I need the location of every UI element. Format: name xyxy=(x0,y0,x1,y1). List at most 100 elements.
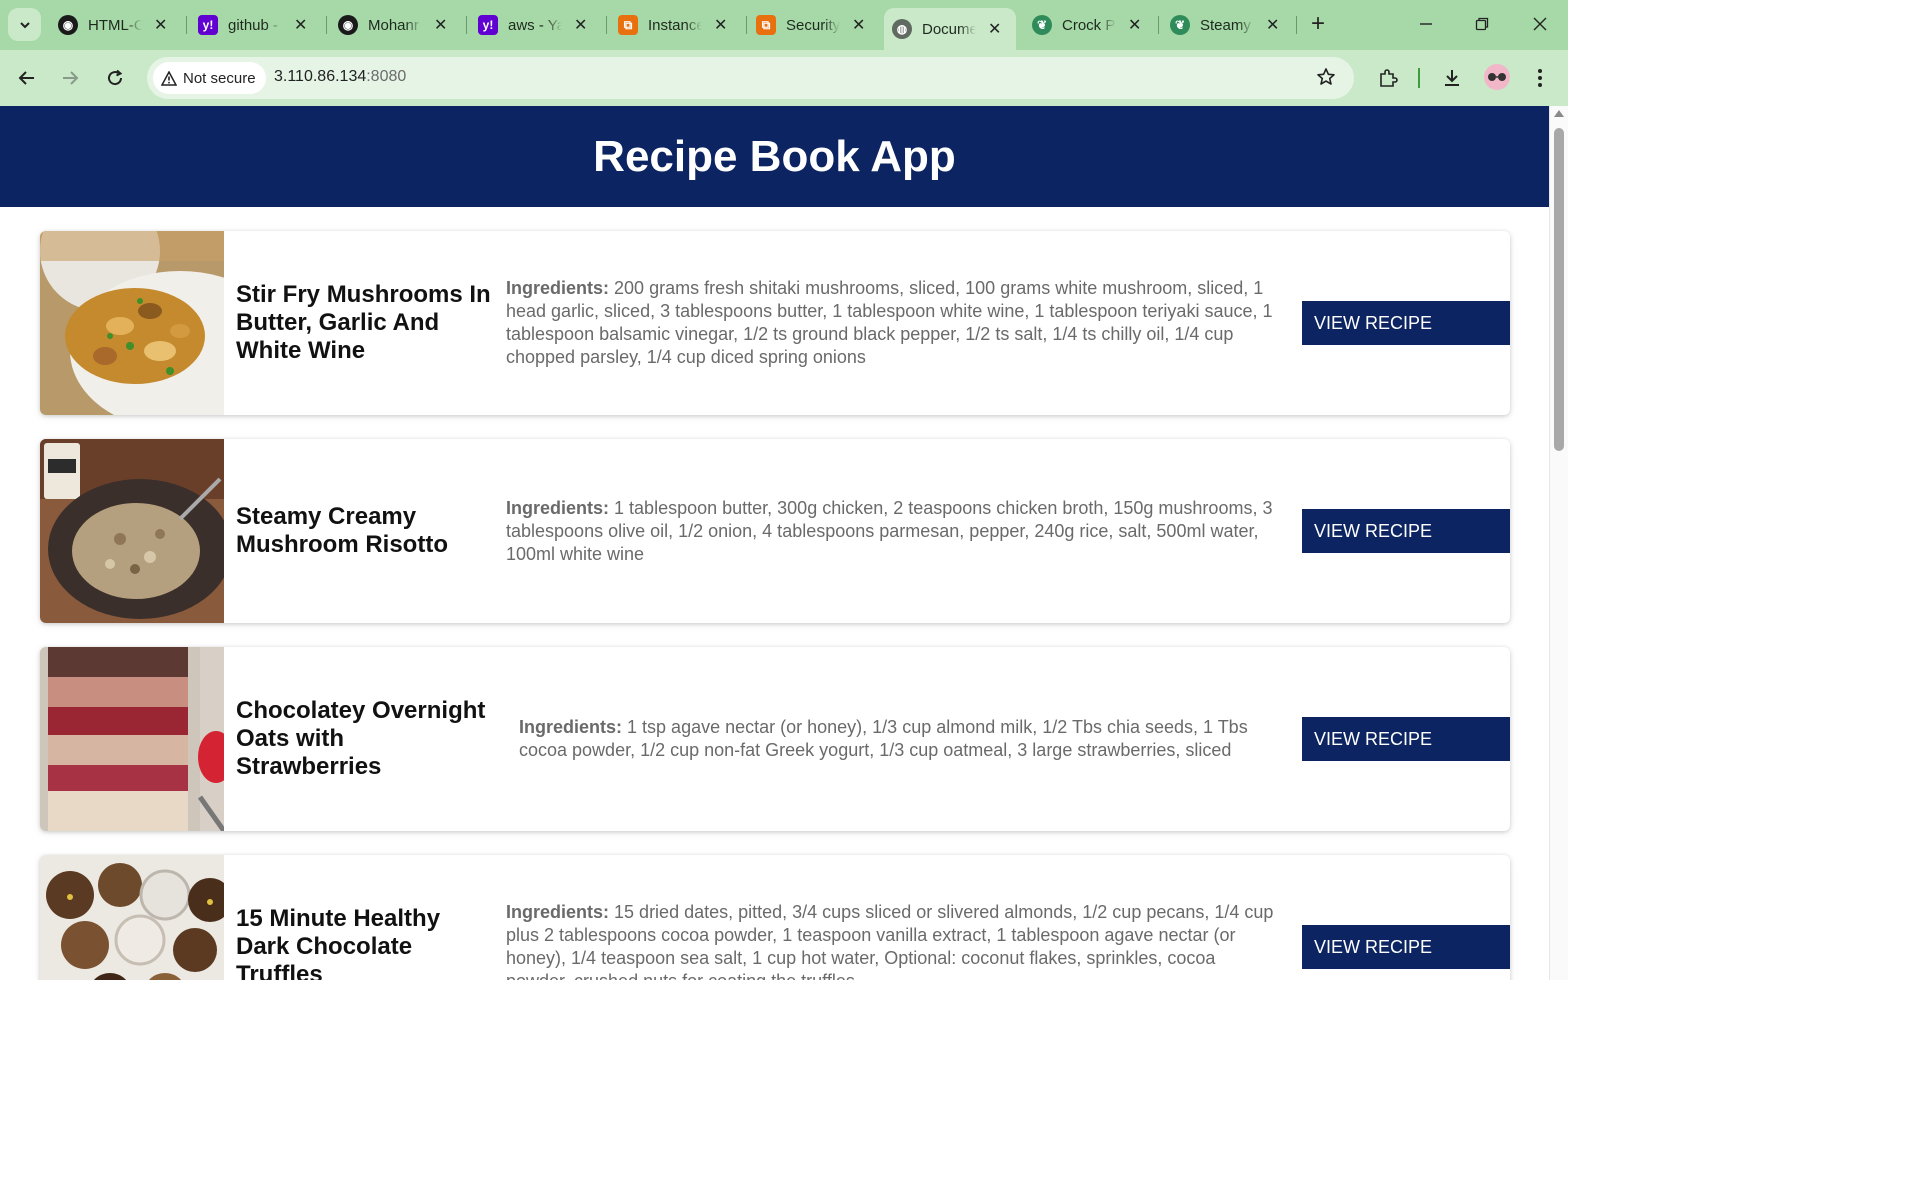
tab-separator xyxy=(466,16,467,34)
warning-icon xyxy=(161,70,177,86)
view-recipe-button[interactable]: VIEW RECIPE xyxy=(1302,509,1510,553)
ingredients-text: 1 tsp agave nectar (or honey), 1/3 cup a… xyxy=(519,717,1248,760)
reload-icon xyxy=(108,69,123,86)
ingredients-label: Ingredients: xyxy=(519,717,623,737)
tab-separator xyxy=(326,16,327,34)
close-icon[interactable]: ✕ xyxy=(852,15,865,35)
recipe-card: Steamy Creamy Mushroom Risotto Ingredien… xyxy=(40,439,1510,623)
app-header: Recipe Book App xyxy=(0,106,1549,207)
app-title: Recipe Book App xyxy=(593,131,956,181)
tab-html-c[interactable]: ◉ HTML-C ✕ xyxy=(50,8,184,42)
tab-crock-pot[interactable]: ❦ Crock P ✕ xyxy=(1024,8,1156,42)
ingredients-text: 200 grams fresh shitaki mushrooms, slice… xyxy=(506,278,1273,367)
recipe-ingredients: Ingredients: 200 grams fresh shitaki mus… xyxy=(494,277,1302,369)
close-icon xyxy=(1533,17,1547,31)
ingredients-label: Ingredients: xyxy=(506,902,610,922)
minimize-icon xyxy=(1420,23,1432,25)
ingredients-text: 1 tablespoon butter, 300g chicken, 2 tea… xyxy=(506,497,1273,564)
close-window-button[interactable] xyxy=(1520,8,1560,40)
recipe-site-icon: ❦ xyxy=(1032,15,1052,35)
page-scrollbar[interactable] xyxy=(1549,106,1568,980)
recipe-site-icon: ❦ xyxy=(1170,15,1190,35)
restore-icon xyxy=(1475,17,1489,31)
aws-icon: ⧉ xyxy=(618,15,638,35)
view-recipe-button[interactable]: VIEW RECIPE xyxy=(1302,301,1510,345)
close-icon[interactable]: ✕ xyxy=(294,15,307,35)
close-icon[interactable]: ✕ xyxy=(1128,15,1141,35)
close-icon[interactable]: ✕ xyxy=(714,15,727,35)
view-recipe-button[interactable]: VIEW RECIPE xyxy=(1302,717,1510,761)
tab-aws-yahoo[interactable]: y! aws - Ya ✕ xyxy=(470,8,604,42)
chevron-down-icon xyxy=(19,21,30,28)
tab-title: github - xyxy=(228,16,279,34)
recipe-title: 15 Minute Healthy Dark Chocolate Truffle… xyxy=(236,905,441,980)
close-icon[interactable]: ✕ xyxy=(574,15,587,35)
close-icon[interactable]: ✕ xyxy=(988,19,1001,39)
tab-title: Mohanr xyxy=(368,16,419,34)
scroll-up-arrow-icon[interactable] xyxy=(1554,110,1564,117)
tab-search-button[interactable] xyxy=(8,8,41,41)
puzzle-icon xyxy=(1380,69,1398,87)
recipe-image-mushroom-risotto xyxy=(40,439,224,623)
security-indicator[interactable]: Not secure xyxy=(153,62,266,94)
arrow-right-icon xyxy=(63,71,79,85)
address-bar[interactable]: Not secure 3.110.86.134:8080 xyxy=(147,57,1354,99)
recipe-list: Stir Fry Mushrooms In Butter, Garlic And… xyxy=(0,207,1549,980)
downloads-button[interactable] xyxy=(1436,62,1468,94)
bookmark-button[interactable] xyxy=(1316,67,1336,92)
tab-separator xyxy=(606,16,607,34)
ingredients-label: Ingredients: xyxy=(506,497,610,518)
close-icon[interactable]: ✕ xyxy=(434,15,447,35)
recipe-card: 15 Minute Healthy Dark Chocolate Truffle… xyxy=(40,855,1510,980)
tab-github-yahoo[interactable]: y! github - ✕ xyxy=(190,8,324,42)
tab-title: Docume xyxy=(922,20,976,38)
kebab-menu-icon xyxy=(1538,69,1542,87)
menu-button[interactable] xyxy=(1524,62,1556,94)
close-icon[interactable]: ✕ xyxy=(1266,15,1279,35)
aws-icon: ⧉ xyxy=(756,15,776,35)
tab-steamy[interactable]: ❦ Steamy ✕ xyxy=(1162,8,1294,42)
recipe-image-stir-fry-mushrooms xyxy=(40,231,224,415)
forward-button[interactable] xyxy=(54,62,86,94)
security-label: Not secure xyxy=(183,69,256,87)
page-viewport: Recipe Book App Stir Fry Mushrooms In Bu… xyxy=(0,106,1549,980)
minimize-button[interactable] xyxy=(1406,8,1446,40)
back-button[interactable] xyxy=(11,62,43,94)
arrow-left-icon xyxy=(18,71,34,85)
recipe-ingredients: Ingredients: 1 tablespoon butter, 300g c… xyxy=(494,497,1302,566)
recipe-title: Steamy Creamy Mushroom Risotto xyxy=(236,503,448,558)
recipe-card: Stir Fry Mushrooms In Butter, Garlic And… xyxy=(40,231,1510,415)
tab-separator xyxy=(746,16,747,34)
extensions-button[interactable] xyxy=(1372,62,1404,94)
reload-button[interactable] xyxy=(99,62,131,94)
browser-tab-strip: ◉ HTML-C ✕ y! github - ✕ ◉ Mohanr ✕ y! a… xyxy=(0,0,1568,50)
github-icon: ◉ xyxy=(338,15,358,35)
url-text[interactable]: 3.110.86.134:8080 xyxy=(274,68,406,86)
tab-mohanr[interactable]: ◉ Mohanr ✕ xyxy=(330,8,464,42)
tab-document-active[interactable]: ◍ Docume ✕ xyxy=(884,8,1016,50)
download-icon xyxy=(1445,70,1459,86)
ingredients-text: 15 dried dates, pitted, 3/4 cups sliced … xyxy=(506,902,1274,980)
globe-icon: ◍ xyxy=(892,19,912,39)
yahoo-icon: y! xyxy=(198,15,218,35)
tab-title: Security xyxy=(786,16,840,34)
scrollbar-thumb[interactable] xyxy=(1554,128,1564,451)
tab-separator xyxy=(1158,16,1159,34)
profile-avatar[interactable] xyxy=(1484,64,1510,90)
view-recipe-button[interactable]: VIEW RECIPE xyxy=(1302,925,1510,969)
new-tab-button[interactable]: + xyxy=(1304,10,1332,38)
star-icon xyxy=(1317,68,1335,85)
tab-title: Steamy xyxy=(1200,16,1251,34)
restore-button[interactable] xyxy=(1462,8,1502,40)
url-port: :8080 xyxy=(366,68,407,85)
tab-separator xyxy=(186,16,187,34)
tab-title: Instance xyxy=(648,16,702,34)
recipe-ingredients: Ingredients: 15 dried dates, pitted, 3/4… xyxy=(494,901,1302,980)
tab-title: Crock P xyxy=(1062,16,1116,34)
close-icon[interactable]: ✕ xyxy=(154,15,167,35)
tab-instance[interactable]: ⧉ Instance ✕ xyxy=(610,8,744,42)
tab-security[interactable]: ⧉ Security ✕ xyxy=(748,8,882,42)
recipe-image-chocolate-truffles xyxy=(40,855,224,980)
ingredients-label: Ingredients: xyxy=(506,278,610,298)
tab-title: aws - Ya xyxy=(508,16,562,34)
